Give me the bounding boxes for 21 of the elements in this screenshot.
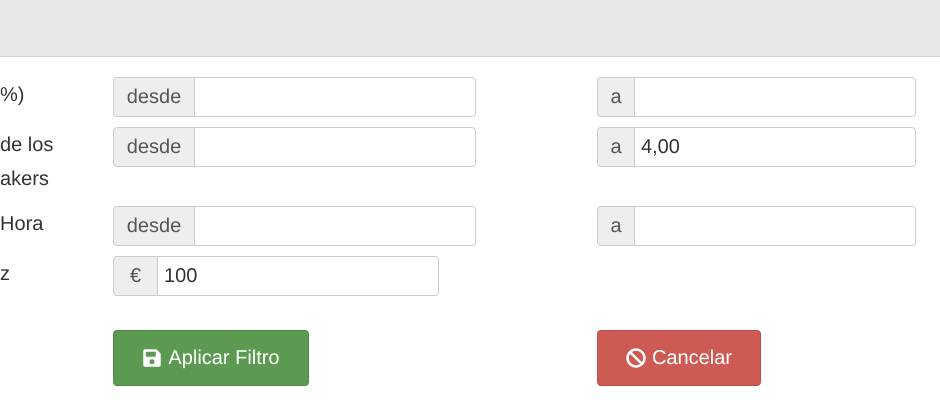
- input-addon: €: [113, 256, 158, 296]
- field-label: %): [0, 83, 26, 108]
- input-field[interactable]: [195, 127, 476, 167]
- ban-icon: [626, 348, 646, 368]
- input-addon: a: [597, 206, 635, 246]
- input-field[interactable]: [195, 77, 476, 117]
- input-field[interactable]: 100: [158, 256, 439, 296]
- cancel-button[interactable]: Cancelar: [597, 330, 761, 386]
- field-label: Hora: [0, 212, 44, 237]
- save-icon: [142, 348, 162, 368]
- input-addon: desde: [113, 77, 195, 117]
- input-addon: a: [597, 77, 635, 117]
- input-addon: a: [597, 127, 635, 167]
- input-field[interactable]: [635, 77, 916, 117]
- input-field[interactable]: [635, 206, 916, 246]
- input-field[interactable]: [195, 206, 476, 246]
- input-addon: desde: [113, 127, 195, 167]
- field-label: de los akers: [0, 133, 54, 192]
- input-addon: desde: [113, 206, 195, 246]
- input-field[interactable]: 4,00: [635, 127, 916, 167]
- field-label: z: [0, 262, 11, 287]
